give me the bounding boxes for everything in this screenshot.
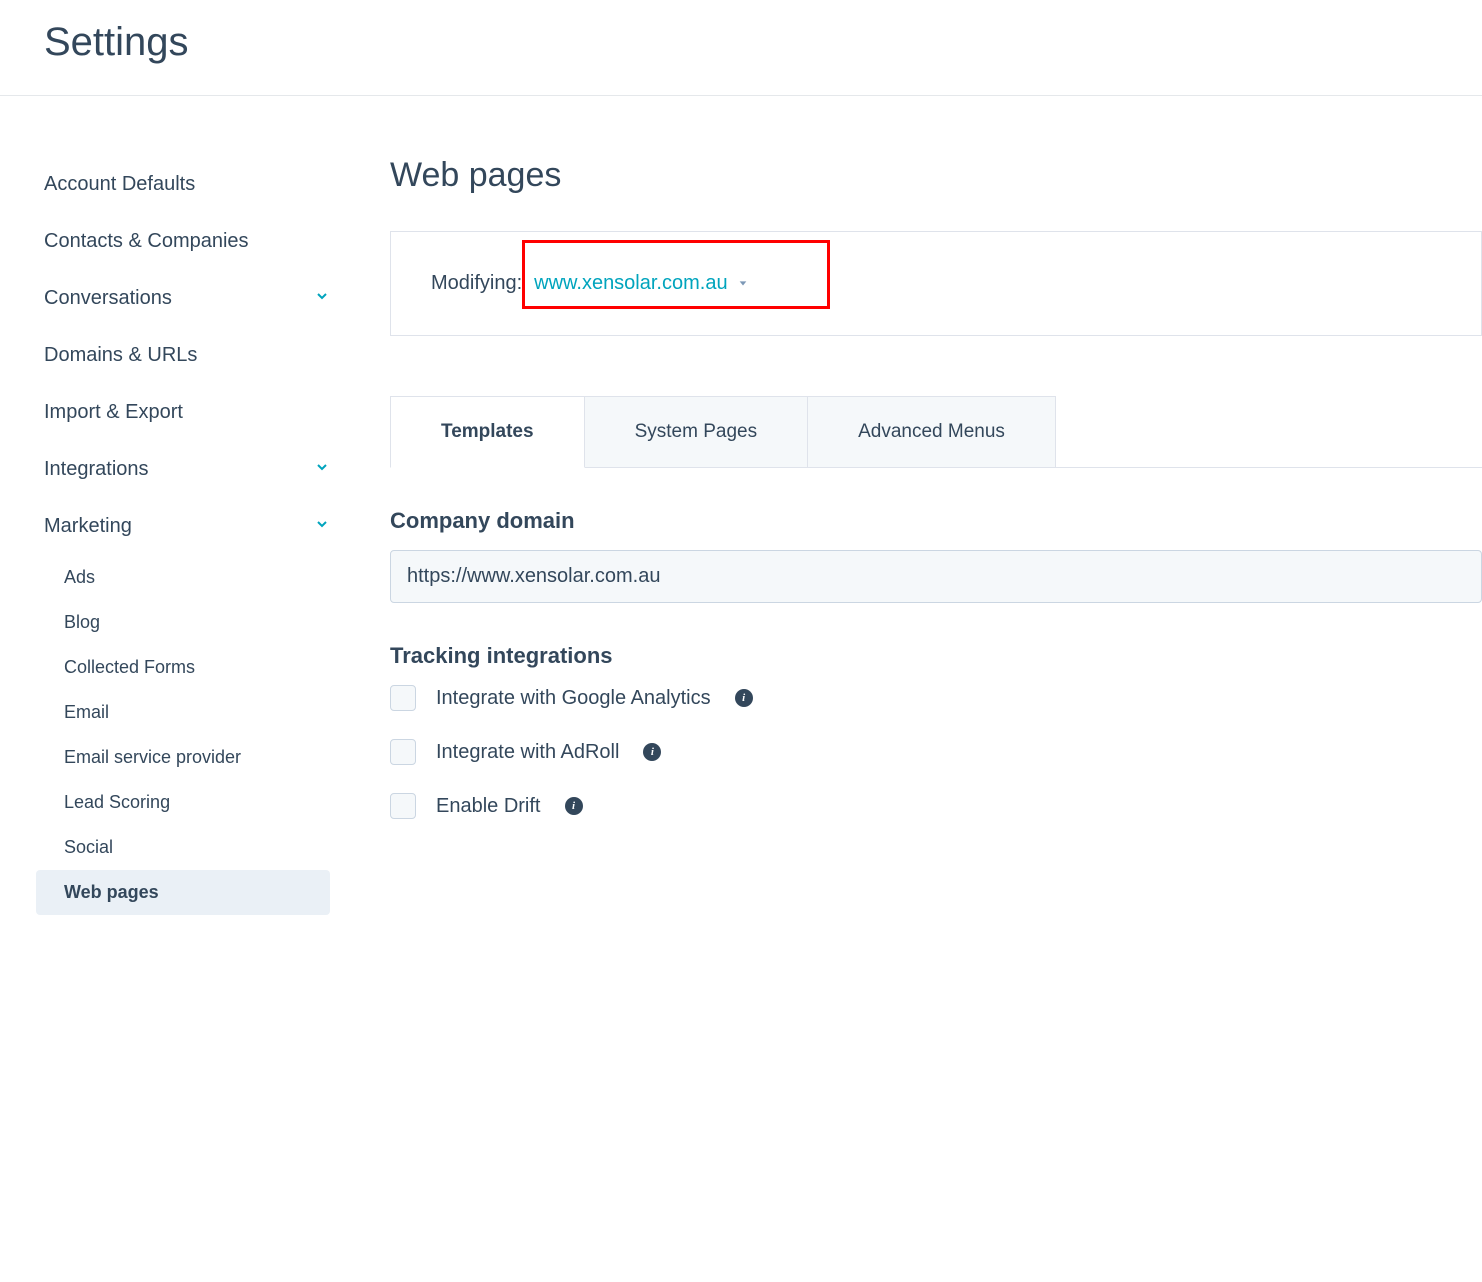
chevron-down-icon <box>314 515 330 538</box>
domain-dropdown[interactable]: www.xensolar.com.au <box>534 272 747 295</box>
tracking-row-adroll: Integrate with AdRoll i <box>390 739 1482 765</box>
tracking-row-google-analytics: Integrate with Google Analytics i <box>390 685 1482 711</box>
checkbox-drift[interactable] <box>390 793 416 819</box>
sidebar-item-integrations[interactable]: Integrations <box>44 441 330 498</box>
tracking-integrations-heading: Tracking integrations <box>390 643 1482 669</box>
sidebar-item-domains-urls[interactable]: Domains & URLs <box>44 327 330 384</box>
company-domain-heading: Company domain <box>390 508 1482 534</box>
chevron-down-icon <box>314 458 330 481</box>
sidebar-item-import-export[interactable]: Import & Export <box>44 384 330 441</box>
sidebar-item-label: Marketing <box>44 515 132 538</box>
tabs: Templates System Pages Advanced Menus <box>390 396 1482 468</box>
sub-item-blog[interactable]: Blog <box>60 600 330 645</box>
main-content: Web pages Modifying: www.xensolar.com.au… <box>360 156 1482 915</box>
sidebar-item-label: Domains & URLs <box>44 344 197 367</box>
sub-item-ads[interactable]: Ads <box>60 555 330 600</box>
modifying-label: Modifying: <box>431 272 522 295</box>
checkbox-label: Integrate with Google Analytics <box>436 687 711 710</box>
sidebar-item-label: Conversations <box>44 287 172 310</box>
checkbox-label: Enable Drift <box>436 795 541 818</box>
tracking-row-drift: Enable Drift i <box>390 793 1482 819</box>
sub-item-social[interactable]: Social <box>60 825 330 870</box>
company-domain-input[interactable] <box>390 550 1482 603</box>
sidebar-item-label: Contacts & Companies <box>44 230 249 253</box>
page-title: Settings <box>0 0 1482 95</box>
tab-system-pages[interactable]: System Pages <box>584 396 809 467</box>
domain-selector-box: Modifying: www.xensolar.com.au <box>390 231 1482 336</box>
sub-item-web-pages[interactable]: Web pages <box>36 870 330 915</box>
info-icon[interactable]: i <box>643 743 661 761</box>
sidebar: Account Defaults Contacts & Companies Co… <box>0 156 360 915</box>
sub-item-collected-forms[interactable]: Collected Forms <box>60 645 330 690</box>
sidebar-item-account-defaults[interactable]: Account Defaults <box>44 156 330 213</box>
chevron-down-icon <box>738 277 748 291</box>
chevron-down-icon <box>314 287 330 310</box>
info-icon[interactable]: i <box>565 797 583 815</box>
tab-advanced-menus[interactable]: Advanced Menus <box>807 396 1056 467</box>
checkbox-adroll[interactable] <box>390 739 416 765</box>
sidebar-item-conversations[interactable]: Conversations <box>44 270 330 327</box>
sub-item-email[interactable]: Email <box>60 690 330 735</box>
sub-item-lead-scoring[interactable]: Lead Scoring <box>60 780 330 825</box>
domain-value: www.xensolar.com.au <box>534 272 727 295</box>
sidebar-item-label: Import & Export <box>44 401 183 424</box>
marketing-sub-items: Ads Blog Collected Forms Email Email ser… <box>44 555 330 915</box>
sidebar-item-label: Account Defaults <box>44 173 195 196</box>
main-title: Web pages <box>390 156 1482 195</box>
sub-item-email-service-provider[interactable]: Email service provider <box>60 735 330 780</box>
info-icon[interactable]: i <box>735 689 753 707</box>
checkbox-label: Integrate with AdRoll <box>436 741 619 764</box>
checkbox-google-analytics[interactable] <box>390 685 416 711</box>
header-divider <box>0 95 1482 96</box>
sidebar-item-label: Integrations <box>44 458 149 481</box>
sidebar-item-contacts-companies[interactable]: Contacts & Companies <box>44 213 330 270</box>
sidebar-item-marketing[interactable]: Marketing <box>44 498 330 555</box>
tab-templates[interactable]: Templates <box>390 396 585 468</box>
